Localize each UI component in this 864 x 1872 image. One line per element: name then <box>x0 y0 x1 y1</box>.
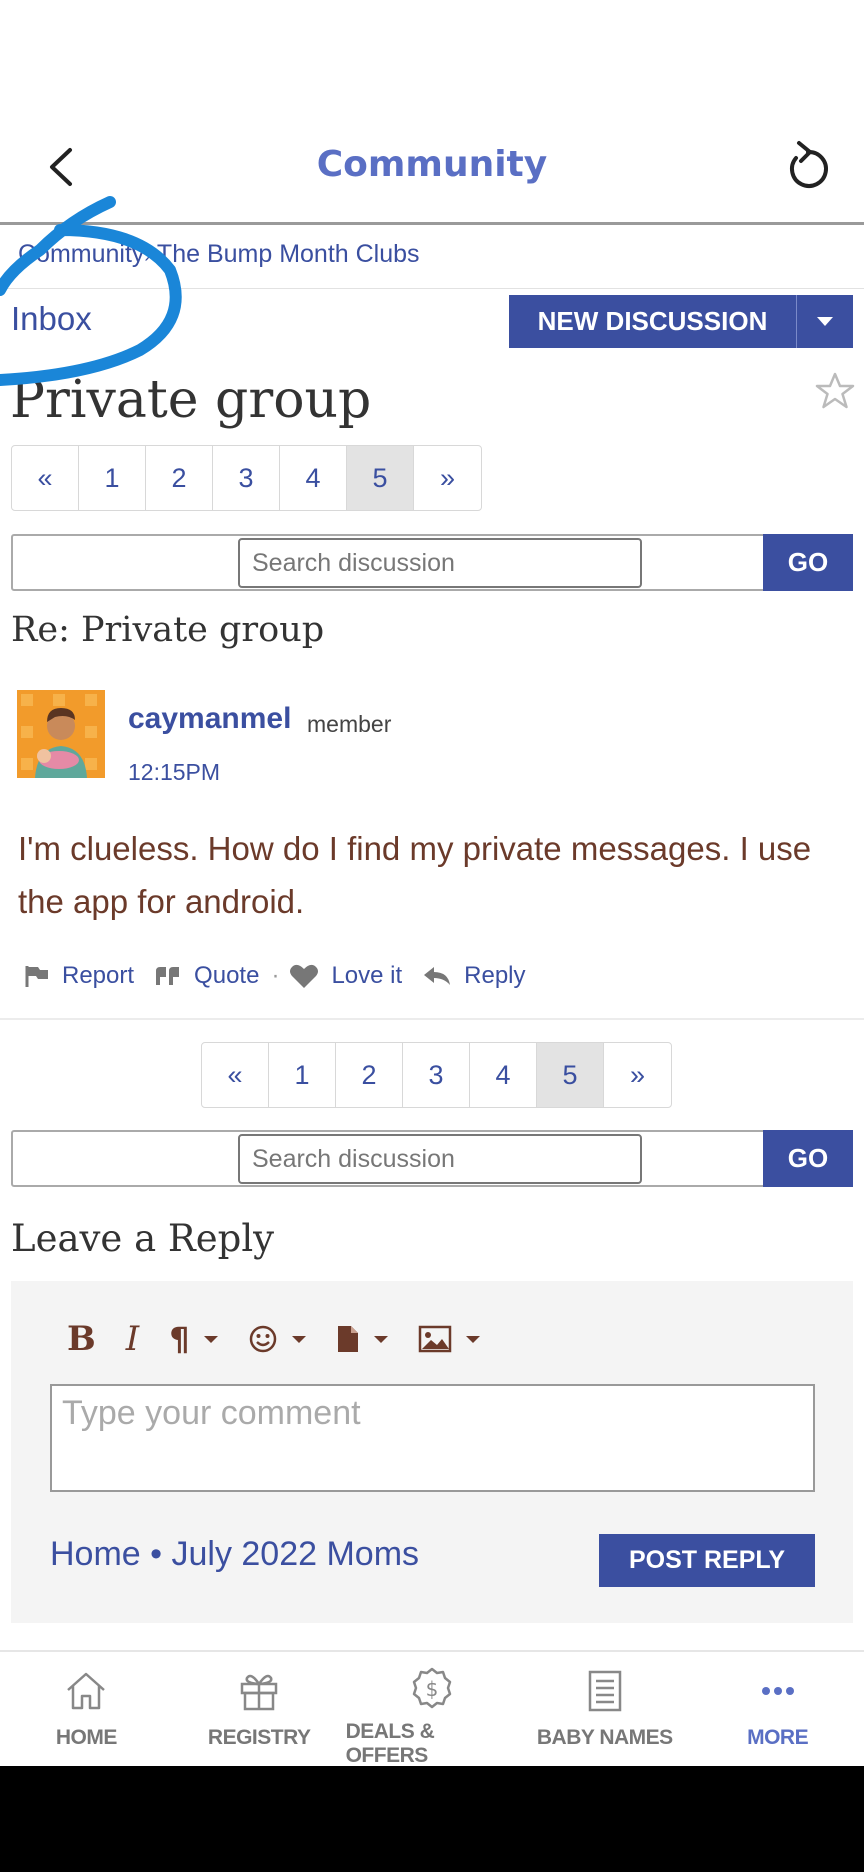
reply-heading: Leave a Reply <box>11 1217 275 1260</box>
reply-link[interactable]: Reply <box>464 962 525 990</box>
search-bar-top: GO <box>11 534 853 591</box>
go-button-bottom[interactable]: GO <box>763 1130 853 1187</box>
attach-file-button[interactable] <box>336 1324 388 1354</box>
post-reply-button[interactable]: POST REPLY <box>599 1534 815 1587</box>
reply-arrow-icon[interactable] <box>422 965 452 987</box>
editor-toolbar: B I ¶ <box>67 1319 510 1359</box>
page-next[interactable]: » <box>414 446 481 510</box>
italic-icon: I <box>125 1319 140 1359</box>
new-discussion-dropdown[interactable] <box>797 295 853 348</box>
more-dots-icon <box>761 1687 794 1695</box>
page-2[interactable]: 2 <box>146 446 213 510</box>
flag-icon[interactable] <box>24 964 50 988</box>
pagination-bottom: « 1 2 3 4 5 » <box>201 1042 672 1108</box>
author-role: member <box>307 711 392 737</box>
nav-deals[interactable]: $ DEALS & OFFERS <box>345 1652 519 1767</box>
gift-icon <box>240 1674 278 1711</box>
comment-textarea[interactable]: Type your comment <box>50 1384 815 1492</box>
thread-title: Private group <box>10 370 372 430</box>
love-it-link[interactable]: Love it <box>331 962 402 990</box>
system-nav-bar <box>0 1766 864 1872</box>
pagination-top: « 1 2 3 4 5 » <box>11 445 482 511</box>
avatar[interactable] <box>17 690 105 778</box>
go-button-top[interactable]: GO <box>763 534 853 591</box>
breadcrumb-separator: › <box>144 246 151 266</box>
breadcrumb: Community› The Bump Month Clubs <box>18 240 420 269</box>
nav-baby-names-label: BABY NAMES <box>536 1726 673 1749</box>
search-bar-bottom: GO <box>11 1130 853 1187</box>
page-2[interactable]: 2 <box>336 1043 403 1107</box>
page-4[interactable]: 4 <box>280 446 347 510</box>
bold-button[interactable]: B <box>67 1319 96 1359</box>
italic-button[interactable]: I <box>126 1319 139 1359</box>
nav-registry[interactable]: REGISTRY <box>173 1652 346 1766</box>
page-next[interactable]: » <box>604 1043 671 1107</box>
insert-image-button[interactable] <box>418 1325 480 1353</box>
inbox-link[interactable]: Inbox <box>11 300 92 338</box>
quote-icon[interactable] <box>154 965 182 987</box>
page-4[interactable]: 4 <box>470 1043 537 1107</box>
breadcrumb-month-clubs-link[interactable]: The Bump Month Clubs <box>157 240 420 268</box>
post-actions: Report Quote · Love it Reply <box>24 962 546 990</box>
post-body: I'm clueless. How do I find my private m… <box>18 830 812 920</box>
report-link[interactable]: Report <box>62 962 134 990</box>
nav-baby-names[interactable]: BABY NAMES <box>518 1652 691 1766</box>
page-1[interactable]: 1 <box>79 446 146 510</box>
caret-down-icon <box>817 317 833 326</box>
heart-icon[interactable] <box>289 963 319 989</box>
new-discussion-button-group: NEW DISCUSSION <box>509 295 853 348</box>
page-5[interactable]: 5 <box>537 1043 604 1107</box>
page-5[interactable]: 5 <box>347 446 414 510</box>
new-discussion-button[interactable]: NEW DISCUSSION <box>509 295 797 348</box>
file-icon <box>337 1326 358 1352</box>
search-input-bottom[interactable] <box>238 1134 642 1184</box>
reply-footer-links[interactable]: Home • July 2022 Moms <box>50 1535 419 1574</box>
nav-more[interactable]: MORE <box>691 1652 864 1766</box>
post-divider <box>0 1018 864 1020</box>
post-author[interactable]: caymanmel <box>128 702 291 736</box>
page-3[interactable]: 3 <box>213 446 280 510</box>
page-prev[interactable]: « <box>12 446 79 510</box>
dollar-badge-icon: $ <box>412 1667 452 1709</box>
page-1[interactable]: 1 <box>269 1043 336 1107</box>
caret-down-icon <box>373 1335 388 1343</box>
nav-registry-label: REGISTRY <box>207 1726 311 1749</box>
post-time: 12:15PM <box>128 759 221 785</box>
header-divider <box>0 222 864 225</box>
quote-link[interactable]: Quote <box>194 962 259 990</box>
smiley-icon <box>249 1325 276 1353</box>
caret-down-icon <box>465 1335 480 1343</box>
nav-home-label: HOME <box>55 1726 118 1749</box>
action-separator: · <box>271 962 280 989</box>
breadcrumb-community-link[interactable]: Community <box>18 240 144 268</box>
nav-more-label: MORE <box>747 1726 809 1749</box>
nav-deals-label: DEALS & OFFERS <box>345 1720 435 1767</box>
caret-down-icon <box>291 1335 306 1343</box>
star-icon[interactable] <box>815 372 855 410</box>
reply-editor: B I ¶ Type your comment Home • July 2022… <box>11 1281 853 1623</box>
page-prev[interactable]: « <box>202 1043 269 1107</box>
header-title: Community <box>316 144 548 185</box>
home-icon <box>67 1672 106 1710</box>
svg-text:$: $ <box>426 1677 439 1701</box>
paragraph-icon: ¶ <box>169 1320 190 1358</box>
refresh-icon[interactable] <box>782 140 830 192</box>
image-icon <box>418 1325 451 1353</box>
list-document-icon <box>588 1670 622 1712</box>
nav-home[interactable]: HOME <box>0 1652 173 1766</box>
post-subject: Re: Private group <box>11 610 325 650</box>
bottom-nav: HOME REGISTRY $ DEALS & OFFERS BABY NAME… <box>0 1652 864 1767</box>
search-input-top[interactable] <box>238 538 642 588</box>
breadcrumb-divider <box>0 288 864 289</box>
caret-down-icon <box>203 1335 218 1343</box>
paragraph-button[interactable]: ¶ <box>169 1320 218 1358</box>
emoji-button[interactable] <box>248 1324 306 1354</box>
page-3[interactable]: 3 <box>403 1043 470 1107</box>
bold-icon: B <box>67 1319 96 1359</box>
